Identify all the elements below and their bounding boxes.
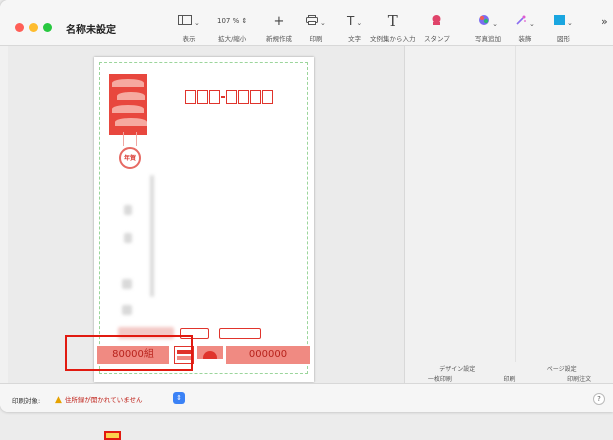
new-button[interactable]: + 新規作成: [266, 14, 292, 43]
double-chevron-icon: »: [601, 15, 608, 28]
phrase-button[interactable]: T 文例集から入力: [370, 12, 416, 44]
panel-row-settings: デザイン設定 ページ設定: [405, 364, 613, 374]
photo-label: 写真追加: [475, 35, 501, 43]
text-icon: T ⌄: [347, 14, 363, 28]
new-label: 新規作成: [266, 35, 292, 43]
postcard[interactable]: 年賀 80000組 000000: [94, 57, 314, 382]
stamp-label: スタンプ: [424, 35, 450, 43]
more-button[interactable]: »: [601, 14, 608, 29]
decor-button[interactable]: ⌄ 装飾: [515, 14, 535, 43]
minimize-window-button[interactable]: [29, 23, 38, 32]
toolbar: 名称未設定 ⌄ 表示 107 % ⇕ 拡大/縮小 + 新規作成 ⌄ 印刷 T ⌄ …: [0, 0, 613, 46]
print-button[interactable]: ⌄ 印刷: [306, 14, 326, 43]
shape-button[interactable]: ⌄ 図形: [554, 14, 573, 43]
window-title: 名称未設定: [66, 25, 116, 36]
sunrise-icon: [197, 346, 223, 365]
photo-button[interactable]: ⌄ 写真追加: [475, 14, 501, 43]
text-label: 文字: [348, 35, 362, 43]
design-settings-button[interactable]: デザイン設定: [405, 364, 510, 374]
decor-label: 装飾: [518, 35, 532, 43]
shape-label: 図形: [556, 35, 570, 43]
status-bar: 印刷対象: ▲ 住所録が開かれていません ⇕ ?: [0, 383, 613, 412]
print-target-label: 印刷対象:: [12, 397, 41, 405]
help-button[interactable]: ?: [593, 393, 605, 405]
inspector-panel: デザイン設定 ページ設定 一枚印刷 印刷 印刷注文: [404, 46, 613, 383]
stamp-icon: [424, 14, 450, 29]
sidebar-icon: ⌄: [178, 14, 200, 29]
plus-icon: +: [273, 14, 285, 29]
blurred-text: [124, 233, 132, 243]
photo-icon: ⌄: [475, 14, 501, 29]
stamp-button[interactable]: スタンプ: [424, 14, 450, 43]
close-window-button[interactable]: [15, 23, 24, 32]
blurred-address-line: [150, 175, 154, 297]
print-target-select[interactable]: ⇕: [173, 392, 185, 404]
stepper-icon: ⇕: [241, 17, 248, 25]
lottery-number-right: 000000: [226, 346, 310, 364]
view-button[interactable]: ⌄ 表示: [178, 14, 200, 43]
postal-code-boxes[interactable]: [185, 90, 274, 104]
zoom-window-button[interactable]: [43, 23, 52, 32]
canvas-left-edge: [0, 46, 8, 383]
warning-icon: ▲: [55, 395, 62, 405]
app-window: 名称未設定 ⌄ 表示 107 % ⇕ 拡大/縮小 + 新規作成 ⌄ 印刷 T ⌄ …: [0, 0, 613, 412]
highlight-marker: [104, 431, 121, 440]
page-settings-button[interactable]: ページ設定: [510, 364, 613, 374]
editor-canvas[interactable]: 年賀 80000組 000000: [8, 46, 404, 383]
zoom-control[interactable]: 107 % ⇕ 拡大/縮小: [217, 14, 247, 43]
zoom-label: 拡大/縮小: [218, 35, 247, 43]
nenga-mark: 年賀: [117, 132, 143, 184]
square-icon: ⌄: [554, 14, 573, 29]
stamp-image[interactable]: [109, 74, 147, 135]
sender-zip-box[interactable]: [219, 328, 261, 339]
view-label: 表示: [182, 35, 196, 43]
blurred-text: [122, 279, 132, 289]
phrase-label: 文例集から入力: [370, 35, 416, 43]
text-button[interactable]: T ⌄ 文字: [347, 14, 362, 43]
highlight-frame: [65, 335, 193, 371]
print-label: 印刷: [309, 35, 323, 43]
address-book-warning: ▲ 住所録が開かれていません: [55, 395, 143, 405]
magic-wand-icon: ⌄: [515, 14, 535, 29]
text-serif-icon: T: [387, 12, 398, 30]
zoom-value: 107 % ⇕: [217, 17, 248, 25]
blurred-text: [124, 205, 132, 215]
printer-icon: ⌄: [306, 14, 326, 29]
blurred-text: [122, 305, 132, 315]
panel-divider: [515, 46, 516, 362]
